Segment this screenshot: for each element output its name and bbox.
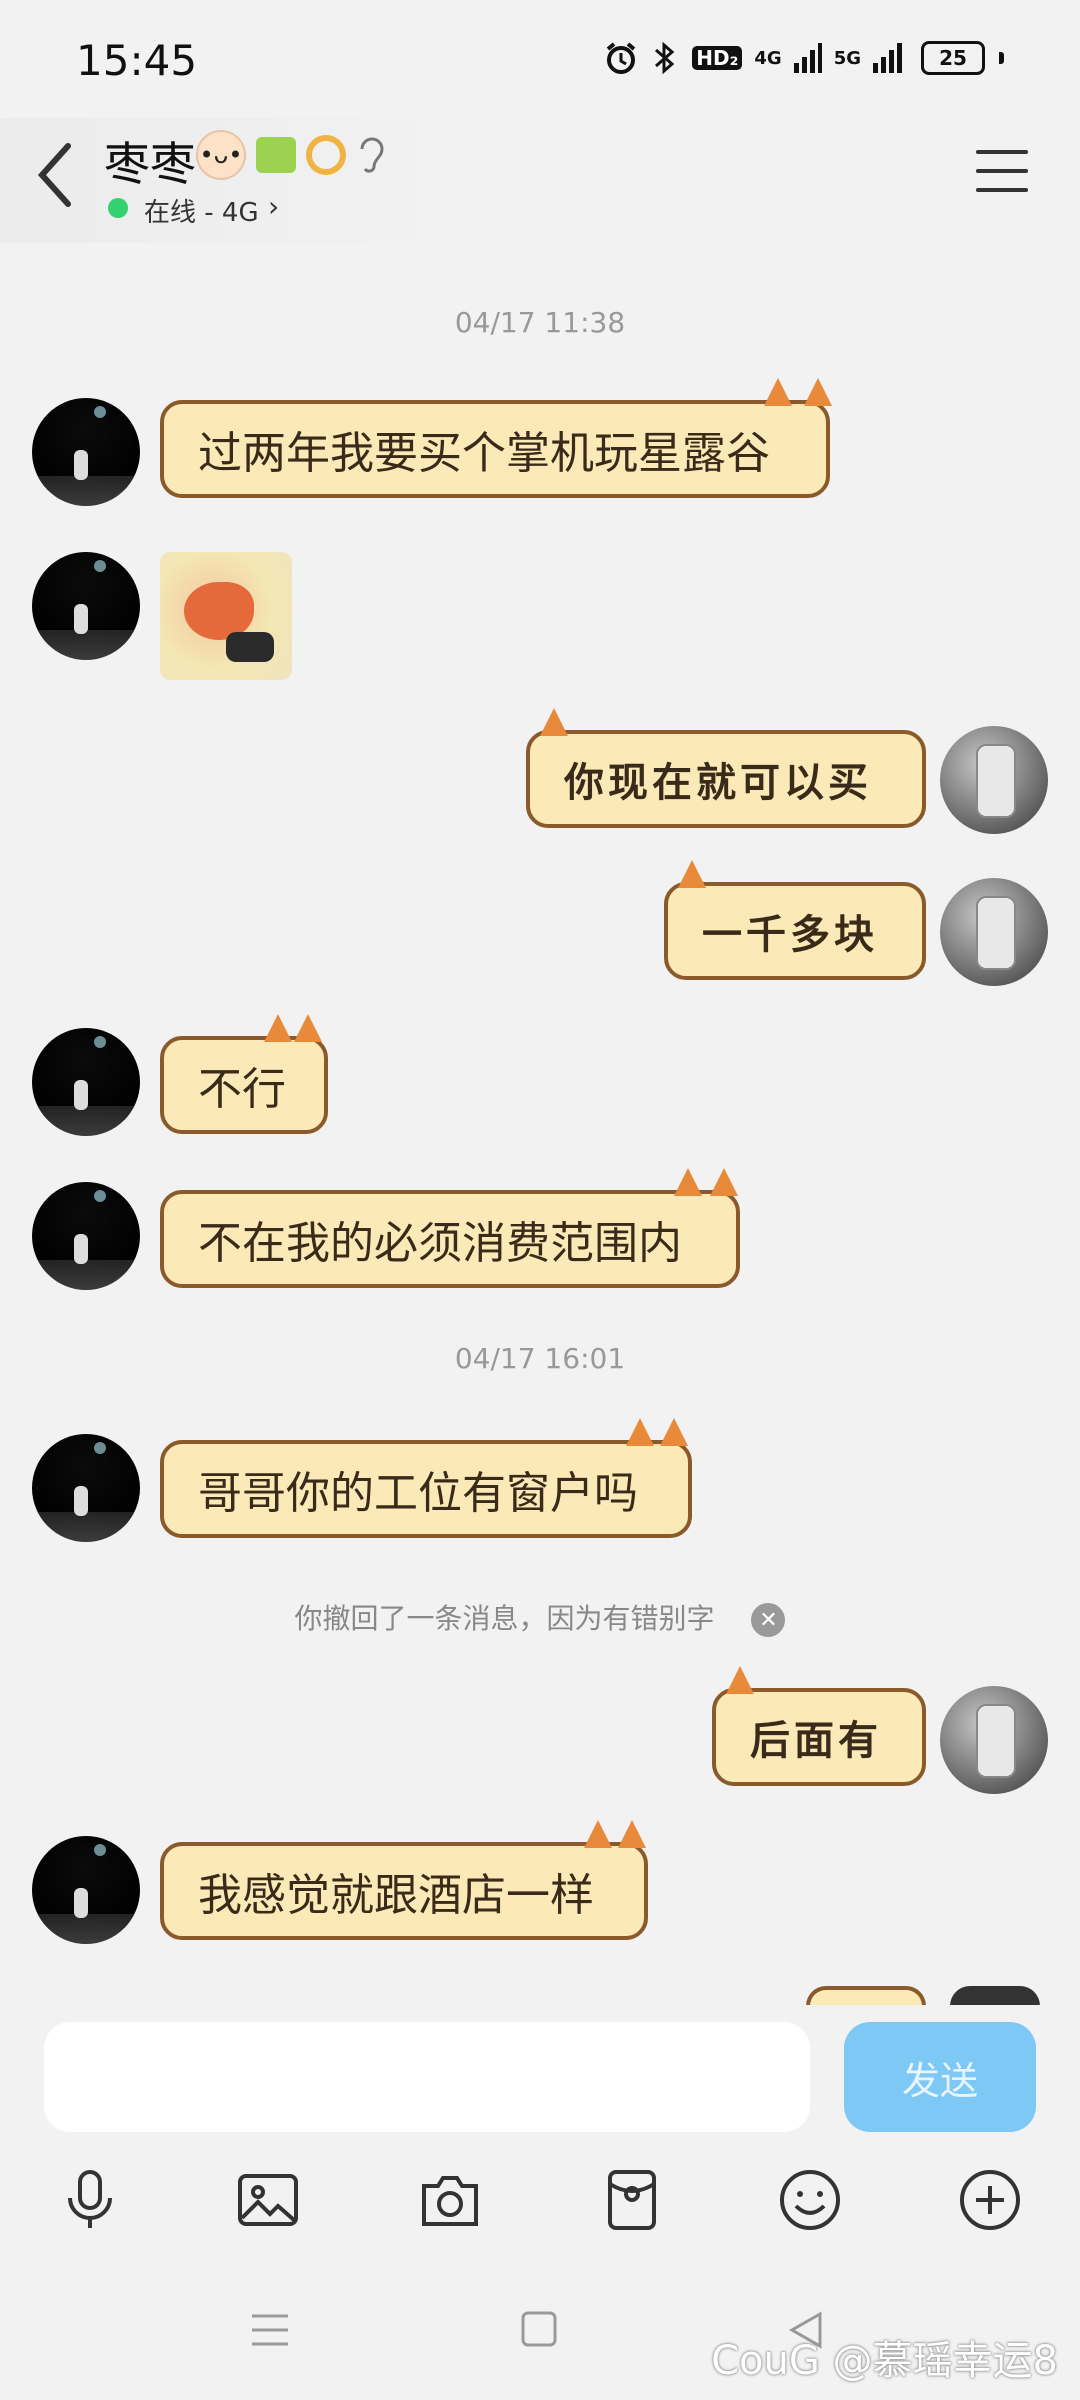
message-bubble[interactable]: 我感觉就跟酒店一样: [160, 1820, 648, 1940]
mic-icon[interactable]: [58, 2168, 122, 2232]
ear-icon: [360, 137, 384, 173]
hd-badge: HD₂: [692, 46, 743, 70]
message-text: 过两年我要买个掌机玩星露谷: [198, 428, 770, 479]
online-dot: [108, 198, 128, 218]
baby-face-icon: •ᴗ•: [196, 130, 246, 180]
home-nav-icon[interactable]: [520, 2310, 558, 2348]
message-text: 我感觉就跟酒店一样: [198, 1870, 594, 1921]
emoji-icon[interactable]: [778, 2168, 842, 2232]
close-icon[interactable]: ✕: [751, 1603, 786, 1637]
contact-avatar[interactable]: [32, 1028, 140, 1136]
bluetooth-icon: [655, 41, 675, 75]
my-avatar[interactable]: [940, 878, 1048, 986]
timestamp: 04/17 11:38: [454, 306, 626, 339]
block-badge-icon: [256, 137, 296, 173]
image-icon[interactable]: [236, 2168, 300, 2232]
status-time: 15:45: [76, 36, 198, 85]
message-text: 不行: [198, 1064, 286, 1115]
recall-notice-text: 你撤回了一条消息，因为有错别字: [294, 1602, 715, 1635]
red-packet-icon[interactable]: [600, 2168, 664, 2232]
message-text: 你现在就可以买: [564, 759, 872, 806]
message-bubble[interactable]: 不在我的必须消费范围内: [160, 1168, 740, 1288]
timestamp: 04/17 16:01: [454, 1342, 626, 1375]
message-text: 哥哥你的工位有窗户吗: [198, 1468, 638, 1519]
name-badges: •ᴗ•: [196, 130, 384, 180]
plus-icon[interactable]: [958, 2168, 1022, 2232]
my-avatar[interactable]: [940, 1686, 1048, 1794]
contact-avatar[interactable]: [32, 398, 140, 506]
target-badge-icon: [306, 135, 346, 175]
battery-indicator: 25: [921, 41, 985, 75]
recall-notice: 你撤回了一条消息，因为有错别字 ✕: [0, 1597, 1080, 1637]
message-text: 不在我的必须消费范围内: [198, 1218, 682, 1269]
message-bubble[interactable]: 后面有: [712, 1666, 926, 1786]
signal-4g: 4G: [754, 47, 782, 69]
message-text: 一千多块: [702, 911, 878, 958]
contact-avatar[interactable]: [32, 552, 140, 660]
contact-avatar[interactable]: [32, 1836, 140, 1944]
back-button[interactable]: [34, 140, 78, 210]
partial-avatar: [950, 1986, 1040, 2006]
status-bar: 15:45 HD₂ 4G 5G 25: [0, 0, 1080, 120]
message-bubble[interactable]: 哥哥你的工位有窗户吗: [160, 1418, 692, 1538]
contact-name[interactable]: 枣枣: [104, 128, 196, 194]
battery-cap: [999, 52, 1004, 64]
sticker-image[interactable]: [160, 552, 292, 680]
my-avatar[interactable]: [940, 726, 1048, 834]
alarm-icon: [606, 42, 636, 74]
menu-button[interactable]: [976, 150, 1028, 192]
camera-icon[interactable]: [418, 2168, 482, 2232]
message-text: 后面有: [750, 1717, 882, 1764]
message-bubble[interactable]: 一千多块: [664, 860, 926, 980]
recents-nav-icon[interactable]: [250, 2310, 290, 2350]
message-bubble[interactable]: 你现在就可以买: [526, 708, 926, 828]
contact-avatar[interactable]: [32, 1182, 140, 1290]
signal-bars-icon-2: [873, 43, 902, 73]
send-button[interactable]: 发送: [844, 2022, 1036, 2132]
watermark: CouG @慕瑶幸运8: [711, 2338, 1058, 2384]
status-icons: HD₂ 4G 5G 25: [604, 40, 1004, 76]
online-status[interactable]: 在线 - 4G: [144, 192, 259, 229]
message-bubble[interactable]: 不行: [160, 1014, 328, 1134]
message-input[interactable]: [44, 2022, 810, 2132]
contact-avatar[interactable]: [32, 1434, 140, 1542]
partial-message-bubble[interactable]: [806, 1986, 926, 2006]
message-bubble[interactable]: 过两年我要买个掌机玩星露谷: [160, 378, 832, 498]
signal-bars-icon: [793, 43, 822, 73]
status-chevron-icon[interactable]: ›: [268, 190, 279, 223]
signal-5g: 5G: [833, 47, 861, 69]
